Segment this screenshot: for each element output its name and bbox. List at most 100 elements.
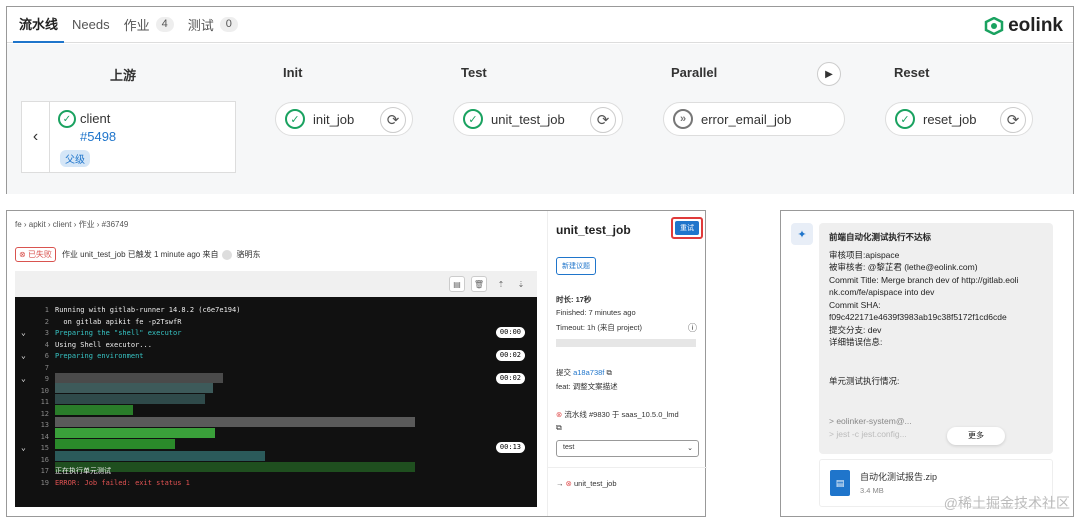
job-log: 1 Running with gitlab-runner 14.8.2 (c6e7… (15, 297, 537, 507)
tab-count: 0 (219, 17, 238, 32)
line-number: 15 (40, 444, 49, 452)
more-button[interactable]: 更多 (947, 427, 1005, 445)
retry-icon[interactable]: ⟳ (1000, 107, 1026, 133)
log-line: 12 (15, 409, 537, 419)
log-line: 4 Using Shell executor... (15, 340, 537, 350)
chat-panel: ✦ 前端自动化测试执行不达标 审核项目:apispace 被审核者: @黎芷君 … (780, 210, 1074, 517)
watermark: @稀土掘金技术社区 (943, 495, 1070, 511)
chevron-down-icon: ⌄ (687, 445, 693, 452)
chevron-down-icon[interactable]: ⌄ (21, 328, 26, 338)
upstream-card[interactable]: ‹ ✓ client #5498 父级 (21, 101, 236, 173)
failed-icon: ⊗ (565, 479, 572, 488)
log-line: 10 (15, 386, 537, 396)
pipeline-tabs: 流水线 Needs 作业 4 测试 0 (7, 7, 1073, 43)
log-text: Using Shell executor... (55, 340, 152, 349)
tab-pipeline[interactable]: 流水线 (13, 7, 65, 43)
finished: Finished: 7 minutes ago (556, 308, 636, 317)
log-line: 1 Running with gitlab-runner 14.8.2 (c6e7… (15, 305, 537, 315)
section-duration: 00:02 (495, 373, 525, 384)
chevron-down-icon[interactable]: ⌄ (21, 443, 26, 453)
retry-button[interactable]: 重试 (675, 221, 699, 235)
stage-title: Reset (894, 65, 930, 80)
line-number: 11 (40, 398, 49, 406)
log-line: 14 (15, 432, 537, 442)
line-number: 16 (40, 455, 49, 464)
tab-count: 4 (155, 17, 174, 32)
section-duration: 00:13 (495, 442, 525, 453)
avatar (222, 249, 233, 260)
chevron-left-icon[interactable]: ‹ (22, 102, 50, 172)
redacted-bar (556, 339, 696, 347)
tab-jobs[interactable]: 作业 4 (118, 7, 180, 43)
job-init[interactable]: ✓ init_job ⟳ (275, 102, 413, 136)
tab-needs[interactable]: Needs (66, 7, 116, 43)
line-number: 1 (44, 306, 49, 314)
scroll-top-icon[interactable]: ⇡ (493, 276, 509, 292)
success-icon: ✓ (463, 109, 483, 129)
pipeline-panel: 流水线 Needs 作业 4 测试 0 eolink 上游 Init Test Pa… (6, 6, 1074, 194)
log-line: 13 (15, 420, 537, 430)
line-number: 7 (44, 363, 49, 372)
chevron-down-icon[interactable]: ⌄ (21, 374, 26, 384)
file-name: 自动化测试报告.zip (860, 472, 938, 482)
failed-badge: ⊗ 已失败 (15, 247, 56, 262)
failed-icon: ⊗ (556, 410, 563, 419)
job-status-row: ⊗ 已失败 作业 unit_test_job 已触发 1 minute ago … (15, 247, 260, 262)
tab-tests[interactable]: 测试 0 (182, 7, 244, 43)
job-title: unit_test_job (556, 223, 631, 237)
log-text: ERROR: Job failed: exit status 1 (55, 478, 190, 487)
breadcrumb[interactable]: fe › apkit › client › 作业 › #36749 (15, 219, 128, 230)
success-icon: ✓ (895, 109, 915, 129)
new-issue-button[interactable]: 新建议题 (556, 257, 596, 275)
stage-select[interactable]: test ⌄ (556, 440, 699, 457)
line-number: 4 (44, 340, 49, 349)
log-line: 2 on gitlab apikit fe -p2TswfR (15, 317, 537, 327)
erase-icon[interactable]: 🗑 (471, 276, 487, 292)
line-number: 19 (40, 478, 49, 487)
log-line: ⌄ 9 00:02 (15, 373, 537, 384)
log-text: on gitlab apikit fe -p2TswfR (55, 317, 182, 326)
pipeline-row: ⊗ 流水线 #9830 于 saas_10.5.0_lmd (556, 410, 679, 419)
log-line: 19 ERROR: Job failed: exit status 1 (15, 478, 537, 488)
job-test[interactable]: ✓ unit_test_job ⟳ (453, 102, 623, 136)
play-icon[interactable]: ▶ (817, 62, 841, 86)
job-parallel[interactable]: » error_email_job (663, 102, 845, 136)
upstream-id[interactable]: #5498 (80, 129, 116, 144)
log-line: ⌄ 3 Preparing the "shell" executor 00:00 (15, 327, 537, 338)
success-icon: ✓ (285, 109, 305, 129)
related-job[interactable]: → ⊗ unit_test_job (556, 479, 617, 488)
copy-icon[interactable]: ⧉ (606, 368, 611, 377)
log-text: Preparing the "shell" executor (55, 329, 182, 337)
retry-icon[interactable]: ⟳ (590, 107, 616, 133)
line-number: 10 (40, 386, 49, 395)
raw-log-icon[interactable]: ▤ (449, 276, 465, 292)
copy-icon[interactable]: ⧉ (556, 423, 562, 433)
line-number: 12 (40, 409, 49, 418)
chevron-down-icon[interactable]: ⌄ (21, 351, 26, 361)
log-text: Running with gitlab-runner 14.8.2 (c6e7e… (55, 306, 241, 314)
line-number: 6 (44, 352, 49, 360)
help-icon[interactable]: ⓘ (688, 321, 697, 334)
stage-title: Test (461, 65, 487, 80)
log-line: 11 (15, 397, 537, 407)
zip-file-icon: ▤ (830, 470, 850, 496)
log-line: 17 正在执行单元测试 (15, 466, 537, 476)
retry-button-highlight[interactable]: 重试 (671, 217, 703, 239)
upstream-name: client (80, 111, 111, 126)
line-number: 9 (44, 375, 49, 383)
job-panel: fe › apkit › client › 作业 › #36749 ⊗ 已失败 … (6, 210, 707, 517)
bot-avatar: ✦ (791, 223, 813, 245)
job-sidebar: unit_test_job 重试 新建议题 时长: 17秒 Finished: … (547, 211, 707, 516)
commit-message: feat: 调整文案描述 (556, 382, 618, 391)
retry-icon[interactable]: ⟳ (380, 107, 406, 133)
eolink-logo-icon (984, 17, 1004, 35)
success-icon: ✓ (58, 110, 76, 128)
job-reset[interactable]: ✓ reset_job ⟳ (885, 102, 1033, 136)
stage-title: 上游 (110, 68, 137, 83)
line-number: 14 (40, 432, 49, 441)
log-line: 7 (15, 363, 537, 373)
scroll-bottom-icon[interactable]: ⇣ (513, 276, 529, 292)
line-number: 3 (44, 329, 49, 337)
log-line: ⌄ 15 00:13 (15, 442, 537, 453)
skipped-icon: » (673, 109, 693, 129)
